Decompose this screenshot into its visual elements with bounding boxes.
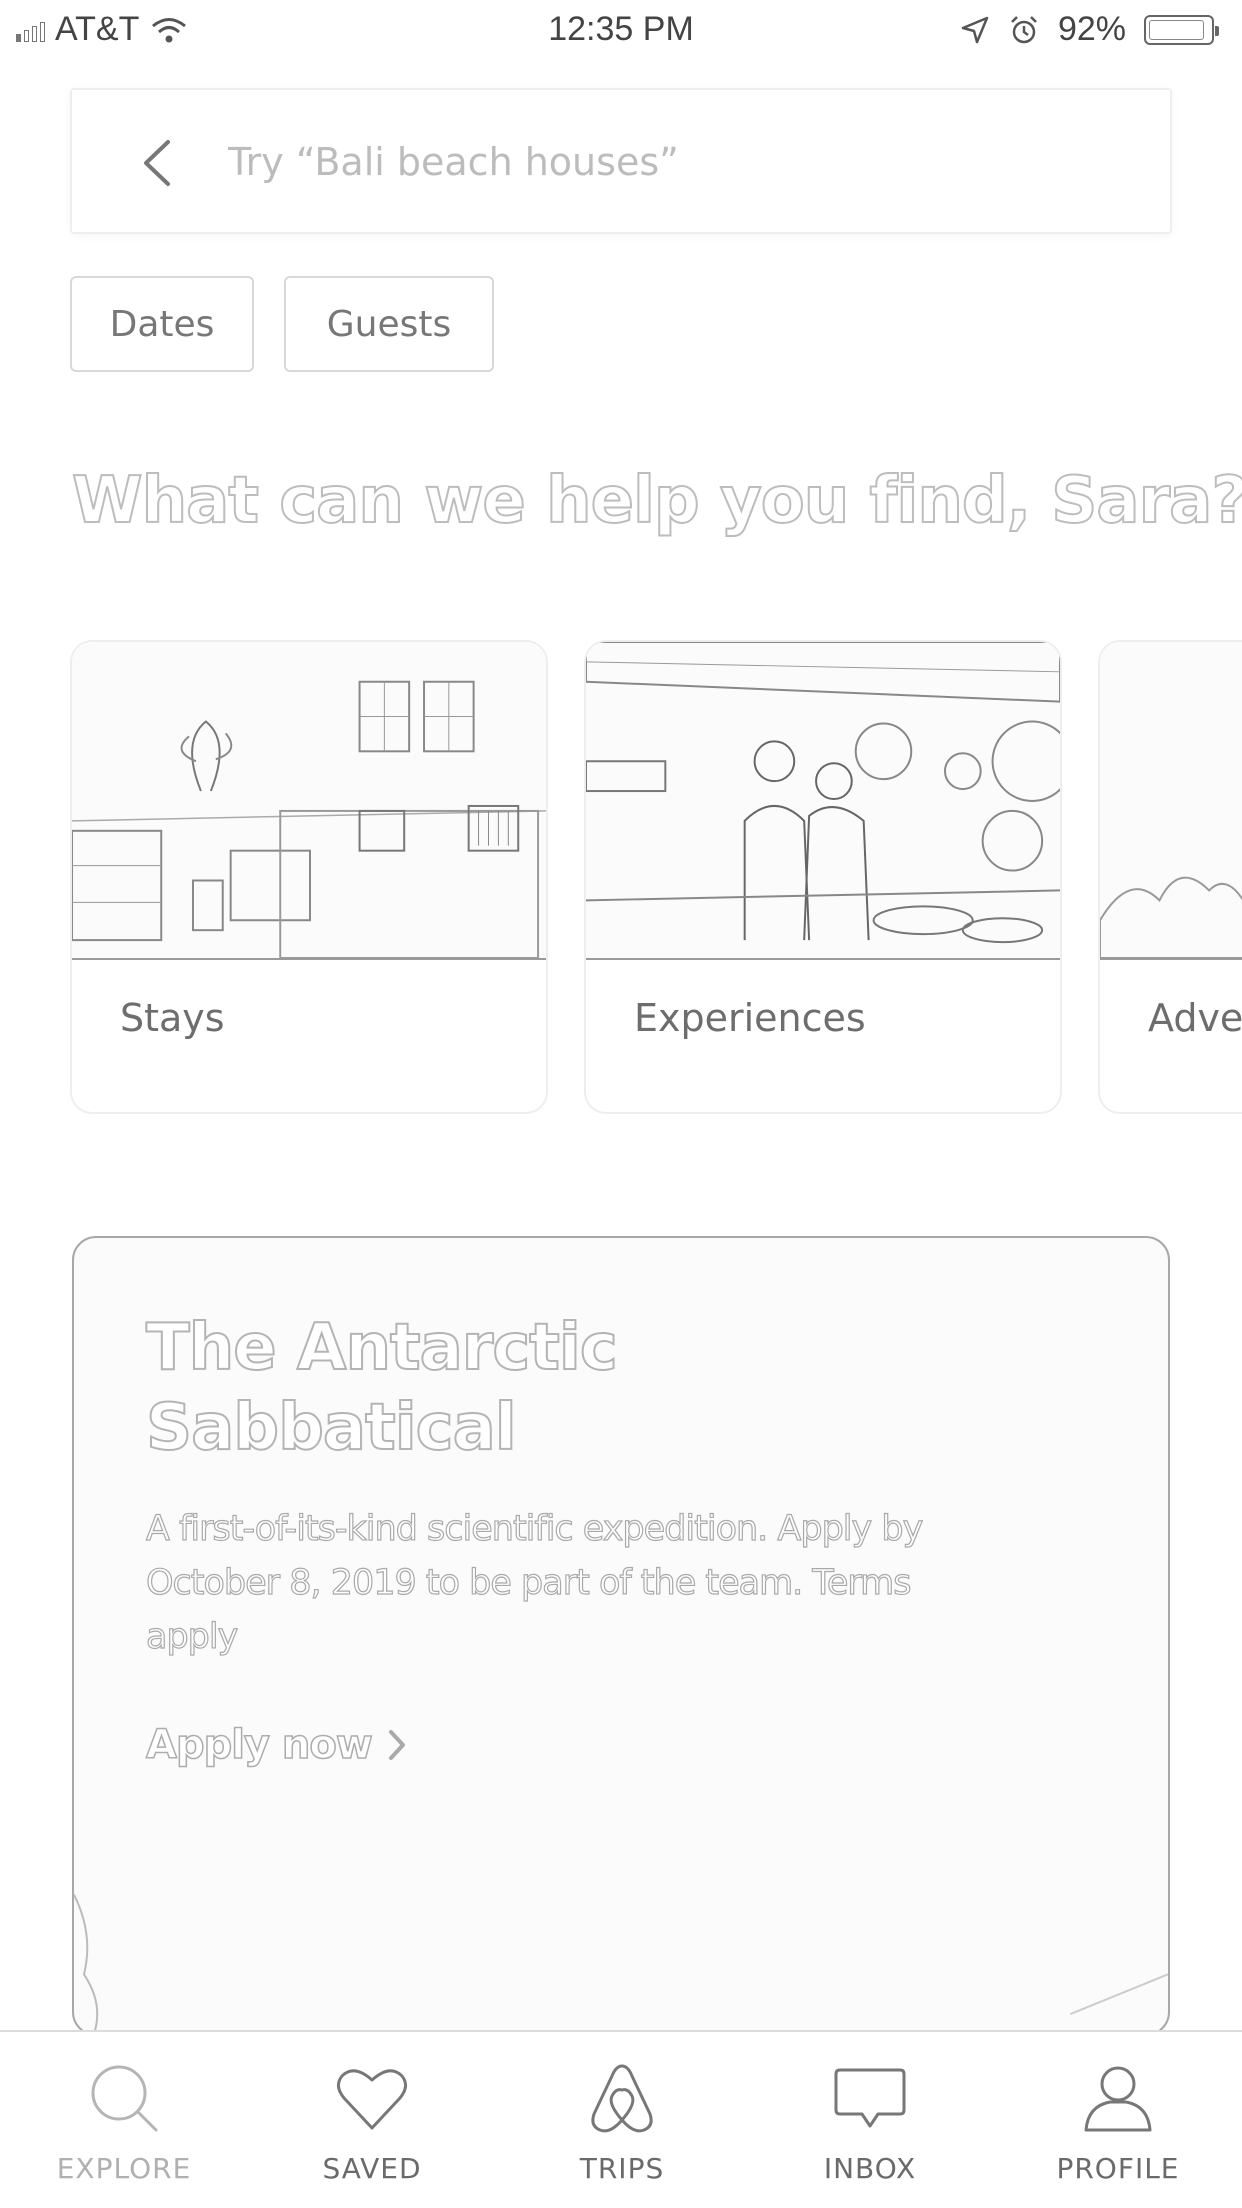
category-card-stays[interactable]: Stays [70, 640, 548, 1114]
back-chevron-icon[interactable] [134, 136, 184, 190]
category-card-adventures[interactable]: Adve [1098, 640, 1242, 1114]
dates-filter-button[interactable]: Dates [70, 276, 254, 372]
bottom-tab-bar: EXPLORE SAVED TRIPS INBOX PROFILE [0, 2030, 1242, 2208]
tab-saved-label: SAVED [322, 2152, 422, 2185]
apply-now-label: Apply now [145, 1721, 373, 1769]
chevron-right-icon [388, 1730, 405, 1760]
alarm-icon [1011, 15, 1037, 43]
battery-level [1149, 19, 1205, 40]
status-bar: AT&T 12:35 PM 92% [0, 0, 1242, 60]
guests-filter-button[interactable]: Guests [284, 276, 494, 372]
adventures-image [1100, 642, 1242, 960]
tab-trips[interactable]: TRIPS [512, 2060, 732, 2200]
tab-inbox[interactable]: INBOX [760, 2060, 980, 2200]
tab-explore-label: EXPLORE [56, 2152, 192, 2185]
tab-saved[interactable]: SAVED [262, 2060, 482, 2200]
greeting-heading: What can we help you find, Sara? [71, 463, 1242, 539]
tab-trips-label: TRIPS [579, 2152, 665, 2185]
category-label-stays: Stays [120, 996, 225, 1040]
airbnb-logo-icon [591, 2064, 653, 2133]
category-card-experiences[interactable]: Experiences [584, 640, 1062, 1114]
apply-now-link[interactable]: Apply now [145, 1721, 408, 1769]
explore-screen: AT&T 12:35 PM 92% Try “Bali beach houses… [0, 0, 1242, 2208]
category-label-experiences: Experiences [634, 996, 866, 1040]
chat-bubble-icon [834, 2068, 906, 2128]
category-label-adventures: Adve [1148, 996, 1242, 1040]
heart-icon [337, 2069, 407, 2130]
tab-profile-label: PROFILE [1056, 2152, 1180, 2185]
tab-explore[interactable]: EXPLORE [14, 2060, 234, 2200]
tab-inbox-label: INBOX [823, 2152, 917, 2185]
promo-description: A first-of-its-kind scientific expeditio… [145, 1508, 923, 1657]
status-bar-right: 92% [960, 10, 1219, 49]
battery-percent: 92% [1057, 10, 1126, 48]
person-icon [1084, 2066, 1152, 2132]
location-arrow-icon [961, 16, 989, 43]
search-icon [91, 2065, 158, 2132]
promo-card[interactable]: The Antarctic Sabbatical A first-of-its-… [72, 1236, 1170, 2036]
experiences-image [586, 642, 1060, 960]
battery-icon [1144, 14, 1219, 45]
promo-title: The Antarctic Sabbatical [145, 1310, 619, 1466]
search-bar[interactable] [70, 88, 1172, 234]
tab-profile[interactable]: PROFILE [1008, 2060, 1228, 2200]
stays-image [72, 642, 546, 960]
search-input[interactable] [228, 130, 1108, 194]
